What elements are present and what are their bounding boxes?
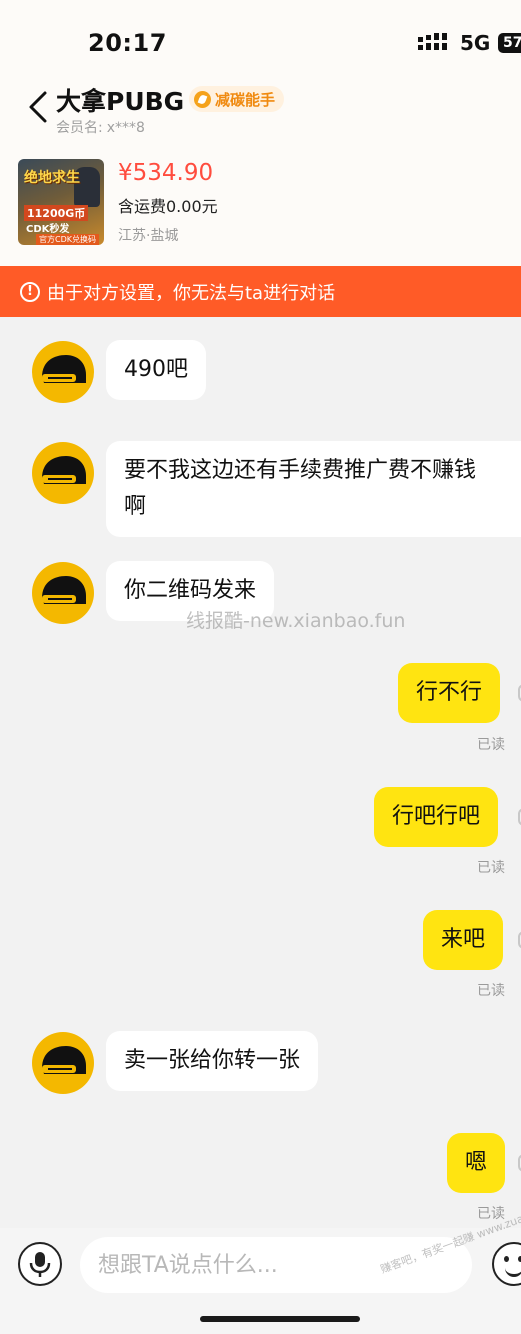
alert-icon: ! (20, 281, 40, 302)
chat-restriction-notice: ! 由于对方设置，你无法与ta进行对话 (0, 266, 521, 317)
product-price: ¥534.90 (118, 160, 214, 186)
chevron-left-icon[interactable] (27, 90, 49, 124)
thumb-title: 绝地求生 (24, 170, 80, 186)
member-name: 会员名: x***8 (56, 117, 145, 137)
badge-label: 减碳能手 (215, 90, 276, 109)
status-time: 20:17 (88, 29, 167, 57)
seller-avatar[interactable] (32, 341, 94, 403)
shipping-fee: 含运费0.00元 (118, 197, 218, 216)
message-bubble: 490吧 (106, 340, 206, 400)
thumb-cdk: CDK秒发 (26, 224, 70, 235)
member-id: x***8 (106, 120, 145, 136)
helmet-icon (42, 1046, 86, 1074)
seller-avatar[interactable] (32, 1032, 94, 1094)
read-status: 已读 (477, 737, 505, 753)
seller-avatar[interactable] (32, 562, 94, 624)
helmet-icon (42, 576, 86, 604)
my-message-bubble: 嗯 (447, 1133, 506, 1193)
home-indicator (200, 1316, 360, 1322)
watermark: 线报酷-new.xianbao.fun (186, 610, 406, 632)
my-message-bubble: 行不行 (398, 663, 501, 723)
member-label: 会员名: (56, 120, 103, 136)
battery-indicator: 57 (498, 33, 521, 53)
product-thumbnail[interactable]: 绝地求生 11200G币 CDK秒发 官方CDK兑换码 (18, 159, 104, 245)
message-bubble: 要不我这边还有手续费推广费不赚钱 啊 (106, 441, 521, 537)
message-line: 啊 (124, 494, 147, 519)
network-type: 5G (460, 31, 491, 55)
leaf-icon (194, 90, 211, 108)
mic-glyph (29, 1252, 51, 1277)
helmet-icon (42, 355, 86, 383)
seller-name[interactable]: 大拿PUBG (56, 82, 184, 118)
thumb-official: 官方CDK兑换码 (36, 234, 99, 245)
signal-icon (418, 33, 447, 50)
header-area: 20:17 5G 57 大拿PUBG 减碳能手 会员名: x***8 绝地求生 1… (0, 0, 521, 266)
helmet-icon (42, 456, 86, 484)
mic-icon[interactable] (18, 1242, 62, 1286)
message-bubble: 卖一张给你转一张 (106, 1031, 319, 1091)
seller-avatar[interactable] (32, 442, 94, 504)
thumb-coins: 11200G币 (24, 205, 89, 221)
my-message-bubble: 来吧 (423, 910, 504, 970)
eco-badge: 减碳能手 (189, 86, 285, 112)
read-status: 已读 (477, 860, 505, 876)
my-message-bubble: 行吧行吧 (374, 787, 499, 847)
notice-text: 由于对方设置，你无法与ta进行对话 (47, 282, 336, 304)
emoji-icon[interactable] (492, 1242, 521, 1286)
seller-location: 江苏·盐城 (118, 228, 179, 244)
message-line: 要不我这边还有手续费推广费不赚钱 (124, 458, 477, 483)
read-status: 已读 (477, 983, 505, 999)
